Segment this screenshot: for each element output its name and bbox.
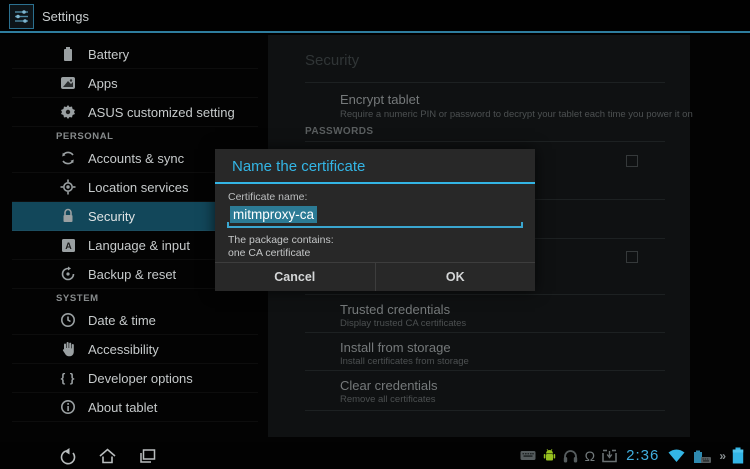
chevrons-icon[interactable]: » — [719, 449, 725, 463]
battery-icon — [58, 44, 78, 64]
divider — [305, 332, 665, 333]
install-from-storage-desc: Install certificates from storage — [340, 356, 469, 367]
sidebar-section-system: SYSTEM — [12, 289, 258, 306]
svg-text:A: A — [65, 241, 72, 251]
package-contents-value: one CA certificate — [228, 247, 310, 259]
home-icon[interactable] — [96, 445, 118, 467]
divider — [305, 82, 665, 83]
lock-icon — [58, 206, 78, 226]
sidebar-item-asus-customized-setting[interactable]: ASUS customized setting — [12, 98, 258, 127]
hand-icon — [58, 339, 78, 359]
main-area: Battery Apps ASUS customized setting PER… — [0, 35, 750, 442]
sidebar-item-label: Security — [88, 209, 135, 224]
back-icon[interactable] — [58, 445, 80, 467]
dock-battery-icon[interactable] — [692, 448, 712, 464]
encrypt-tablet-desc: Require a numeric PIN or password to dec… — [340, 109, 693, 120]
battery-icon[interactable] — [732, 447, 744, 464]
sidebar-item-apps[interactable]: Apps — [12, 69, 258, 98]
trusted-credentials-desc: Display trusted CA certificates — [340, 318, 466, 329]
clock-icon — [58, 310, 78, 330]
divider — [305, 410, 665, 411]
sidebar-item-label: Battery — [88, 47, 129, 62]
passwords-section-header: PASSWORDS — [305, 126, 373, 137]
apps-icon — [58, 73, 78, 93]
sidebar-item-label: Location services — [88, 180, 188, 195]
certificate-name-value-selected[interactable]: mitmproxy-ca — [230, 206, 317, 223]
dialog-title-divider — [215, 182, 535, 184]
sidebar-item-label: Backup & reset — [88, 267, 176, 282]
divider — [305, 370, 665, 371]
trusted-credentials-title[interactable]: Trusted credentials — [340, 302, 450, 317]
panel-title: Security — [305, 52, 359, 69]
divider — [305, 294, 665, 295]
action-bar: Settings — [0, 0, 750, 33]
clock-time[interactable]: 2:36 — [626, 447, 659, 464]
sidebar-item-label: Developer options — [88, 371, 193, 386]
sidebar-item-label: Date & time — [88, 313, 156, 328]
ok-button[interactable]: OK — [375, 263, 536, 291]
input-underline — [227, 226, 523, 228]
clear-credentials-title[interactable]: Clear credentials — [340, 378, 438, 393]
screen: Settings Battery Apps ASUS cus — [0, 0, 750, 469]
sync-icon — [58, 148, 78, 168]
cancel-button[interactable]: Cancel — [215, 263, 375, 291]
sidebar-item-battery[interactable]: Battery — [12, 40, 258, 69]
backup-icon — [58, 264, 78, 284]
app-title: Settings — [42, 0, 89, 33]
language-icon: A — [58, 235, 78, 255]
gear-icon — [58, 102, 78, 122]
hidden-row-checkbox-2[interactable] — [626, 251, 638, 263]
recent-apps-icon[interactable] — [136, 445, 158, 467]
usb-debugging-android-icon[interactable] — [543, 448, 556, 463]
sidebar-item-label: Accessibility — [88, 342, 159, 357]
sidebar-item-label: ASUS customized setting — [88, 105, 235, 120]
dialog-button-bar: Cancel OK — [215, 262, 535, 291]
sidebar-item-label: Language & input — [88, 238, 190, 253]
encrypt-tablet-title[interactable]: Encrypt tablet — [340, 92, 420, 107]
hidden-row-checkbox-1[interactable] — [626, 155, 638, 167]
headphones-icon[interactable] — [563, 449, 578, 463]
certificate-name-input[interactable]: mitmproxy-ca — [227, 204, 523, 228]
divider — [305, 141, 665, 142]
info-icon — [58, 397, 78, 417]
sidebar-item-label: Apps — [88, 76, 118, 91]
sidebar-item-about-tablet[interactable]: About tablet — [12, 393, 258, 422]
package-contains-label: The package contains: — [228, 234, 334, 246]
keyboard-icon[interactable] — [520, 450, 536, 461]
braces-icon: { } — [58, 368, 78, 388]
install-from-storage-title[interactable]: Install from storage — [340, 340, 451, 355]
sidebar-section-personal: PERSONAL — [12, 127, 258, 144]
sidebar-item-developer-options[interactable]: { } Developer options — [12, 364, 258, 393]
settings-app-icon — [9, 4, 34, 29]
sidebar-item-label: About tablet — [88, 400, 157, 415]
clear-credentials-desc: Remove all certificates — [340, 394, 436, 405]
dialog-title: Name the certificate — [232, 149, 365, 182]
sidebar-item-label: Accounts & sync — [88, 151, 184, 166]
install-notification-icon[interactable] — [602, 449, 617, 463]
location-icon — [58, 177, 78, 197]
name-certificate-dialog: Name the certificate Certificate name: m… — [215, 149, 535, 291]
certificate-name-label: Certificate name: — [228, 191, 307, 203]
wifi-icon[interactable] — [668, 449, 685, 463]
headset-icon[interactable]: Ω — [585, 449, 595, 463]
sidebar-item-accessibility[interactable]: Accessibility — [12, 335, 258, 364]
status-tray: Ω 2:36 » — [520, 442, 744, 469]
sidebar-item-date-time[interactable]: Date & time — [12, 306, 258, 335]
system-bar: Ω 2:36 » — [0, 442, 750, 469]
